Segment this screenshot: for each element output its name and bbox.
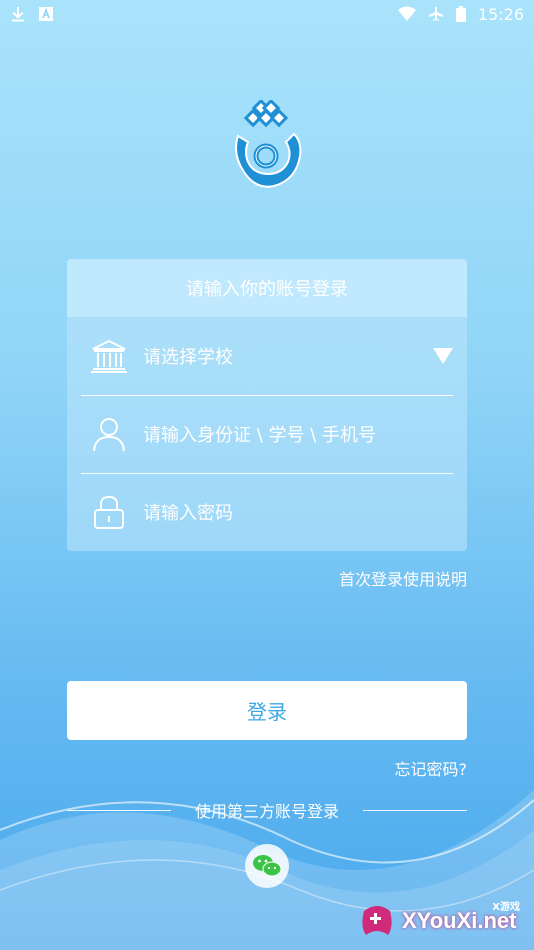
login-card: 请输入你的账号登录 请选择学校 请输入身份证 \ 学号 \ 手机号 请输入密码 bbox=[67, 259, 467, 551]
app-logo-icon bbox=[235, 100, 302, 188]
third-party-login-label: 使用第三方账号登录 bbox=[194, 802, 339, 821]
login-button[interactable]: 登录 bbox=[67, 681, 467, 740]
battery-icon bbox=[455, 6, 466, 22]
school-select[interactable]: 请选择学校 bbox=[81, 317, 453, 396]
download-icon bbox=[12, 7, 24, 22]
lock-icon bbox=[94, 495, 124, 529]
first-login-help-link[interactable]: 首次登录使用说明 bbox=[339, 566, 467, 590]
divider-line-right bbox=[362, 809, 467, 811]
status-bar-left bbox=[10, 6, 54, 22]
card-header: 请输入你的账号登录 bbox=[67, 259, 467, 317]
password-input[interactable]: 请输入密码 bbox=[81, 473, 453, 551]
password-input-placeholder: 请输入密码 bbox=[143, 503, 233, 524]
wifi-icon bbox=[397, 6, 416, 21]
watermark: XYouXi.net X游戏 bbox=[360, 896, 530, 946]
dropdown-arrow-icon[interactable] bbox=[433, 348, 453, 364]
status-bar-right: 15:26 bbox=[397, 4, 524, 24]
status-bar: 15:26 bbox=[0, 0, 534, 28]
wechat-login-button[interactable] bbox=[245, 844, 289, 888]
a-notification-icon bbox=[39, 7, 53, 21]
account-input[interactable]: 请输入身份证 \ 学号 \ 手机号 bbox=[81, 395, 453, 474]
status-time: 15:26 bbox=[477, 4, 524, 24]
school-building-icon bbox=[91, 339, 127, 373]
wechat-icon bbox=[253, 855, 282, 877]
user-icon bbox=[93, 418, 125, 452]
airplane-icon bbox=[428, 7, 443, 21]
account-input-placeholder: 请输入身份证 \ 学号 \ 手机号 bbox=[143, 425, 377, 446]
school-select-placeholder: 请选择学校 bbox=[143, 347, 233, 368]
divider-line-left bbox=[67, 809, 171, 811]
third-party-login-divider: 使用第三方账号登录 bbox=[67, 798, 467, 822]
watermark-small: X游戏 bbox=[492, 902, 520, 913]
gamepad-logo-icon bbox=[362, 906, 392, 935]
